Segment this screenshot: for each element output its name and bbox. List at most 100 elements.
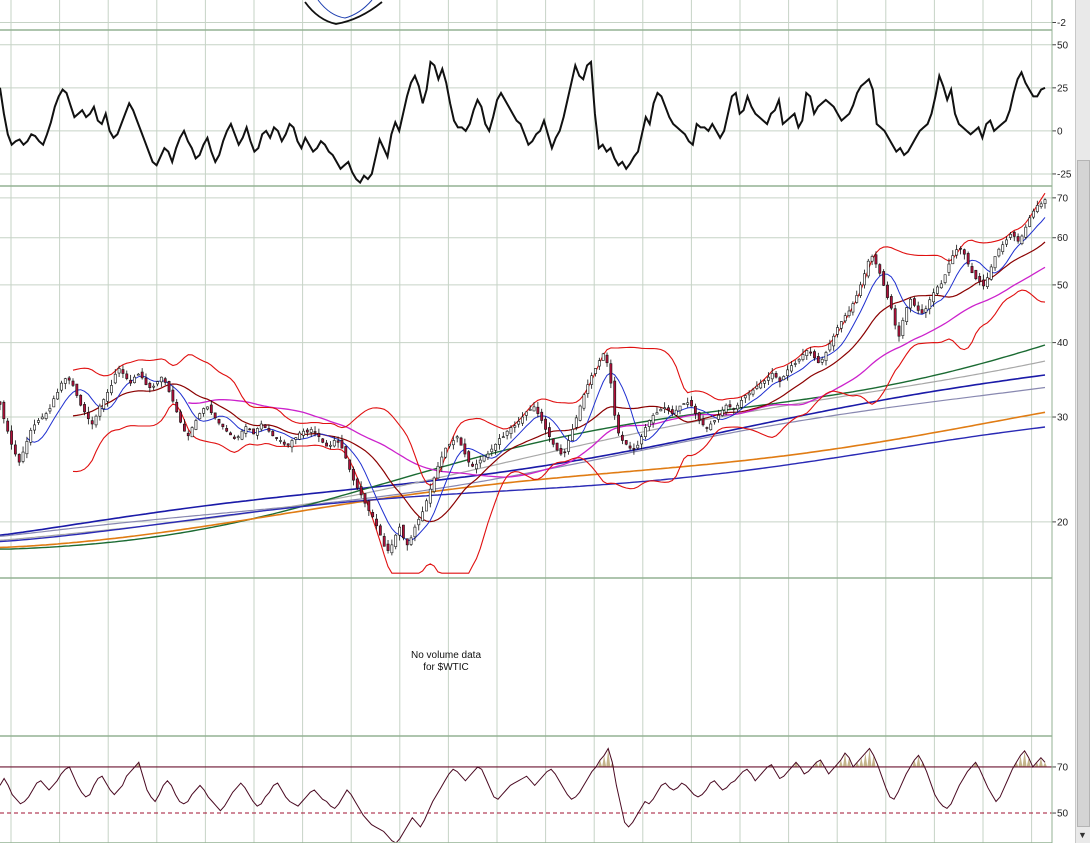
candle-body [440, 456, 444, 467]
candle-body [144, 377, 148, 385]
candle-body [471, 463, 474, 467]
candle-body [190, 427, 194, 438]
candle-body [797, 358, 801, 362]
candle-body [624, 440, 628, 445]
candle-body [325, 442, 328, 447]
candle-body [693, 405, 697, 414]
volume-note-line-2: for $WTIC [423, 662, 469, 673]
candle-body [48, 408, 52, 412]
candle-body [163, 378, 167, 383]
candle-body [478, 459, 482, 464]
candle-body [455, 436, 459, 439]
candle-body [682, 403, 686, 405]
candle-body [375, 518, 378, 527]
candle-body [140, 371, 144, 379]
y-tick-label: 50 [1057, 809, 1069, 820]
candle-body [121, 369, 125, 374]
candle-body [29, 429, 33, 443]
candle-body [578, 405, 582, 421]
candle-body [371, 512, 375, 518]
candle-body [897, 325, 901, 337]
candle-body [398, 526, 401, 536]
candle-body [571, 429, 574, 441]
candle-body [724, 404, 728, 413]
candle-body [847, 310, 851, 316]
candle-body [713, 420, 716, 423]
candle-body [102, 399, 106, 409]
candle-body [106, 392, 109, 402]
y-tick-label: 30 [1057, 413, 1069, 424]
candle-body [244, 426, 248, 434]
candle-body [17, 453, 21, 463]
candle-body [866, 260, 870, 277]
candle-body [206, 406, 209, 410]
candle-body [747, 392, 751, 396]
candle-body [321, 438, 325, 443]
candle-body [413, 526, 417, 538]
candle-body [951, 255, 955, 265]
candle-body [793, 363, 797, 365]
candle-body [816, 356, 820, 364]
candle-body [790, 365, 793, 372]
candle-body [501, 436, 505, 439]
candle-body [421, 511, 425, 522]
candle-body [1032, 210, 1035, 218]
y-tick-label: 70 [1057, 193, 1069, 204]
candle-body [40, 416, 44, 420]
y-tick-label: 0 [1057, 126, 1063, 137]
candle-body [236, 436, 240, 439]
candle-body [133, 376, 136, 384]
candle-body [882, 271, 886, 286]
candle-body [382, 536, 386, 547]
candle-body [344, 446, 348, 459]
candle-body [717, 414, 720, 420]
candle-body [647, 420, 651, 427]
candle-body [509, 427, 513, 434]
candle-body [467, 451, 471, 463]
candle-body [198, 413, 202, 420]
candle-body [194, 420, 198, 430]
y-tick-label: -2 [1057, 18, 1066, 29]
candle-body [982, 279, 985, 287]
candle-body [290, 440, 294, 448]
candle-body [240, 430, 244, 440]
candle-body [997, 248, 1001, 257]
candle-body [256, 428, 259, 436]
candle-body [594, 368, 597, 374]
scroll-down-arrow-icon[interactable]: ▼ [1077, 829, 1088, 841]
candle-body [159, 376, 163, 383]
candle-body [786, 369, 789, 376]
candle-body [175, 401, 179, 413]
candle-body [667, 407, 670, 411]
candle-body [813, 351, 816, 359]
candle-body [632, 448, 636, 450]
candle-body [874, 254, 878, 265]
candle-body [490, 448, 494, 453]
candle-body [436, 465, 440, 479]
candle-body [774, 373, 778, 378]
candle-body [217, 419, 221, 424]
candle-body [828, 343, 832, 351]
candle-body [720, 409, 724, 416]
candle-body [21, 451, 25, 462]
candle-body [425, 500, 428, 512]
candle-body [936, 286, 939, 294]
candle-body [978, 276, 982, 283]
candle-body [213, 412, 217, 419]
candle-body [536, 406, 540, 414]
candle-body [367, 500, 371, 511]
candle-body [736, 404, 740, 410]
candle-body [809, 351, 813, 354]
candle-body [636, 444, 640, 449]
candle-body [540, 411, 544, 421]
candle-body [37, 420, 40, 423]
scrollbar-thumb[interactable] [1077, 160, 1090, 827]
candle-body [547, 427, 551, 438]
candle-body [1001, 244, 1005, 252]
candle-body [966, 253, 970, 265]
candle-body [901, 320, 905, 336]
candle-body [75, 383, 79, 396]
candle-body [409, 537, 413, 545]
candle-body [732, 408, 736, 410]
candle-body [25, 441, 29, 455]
